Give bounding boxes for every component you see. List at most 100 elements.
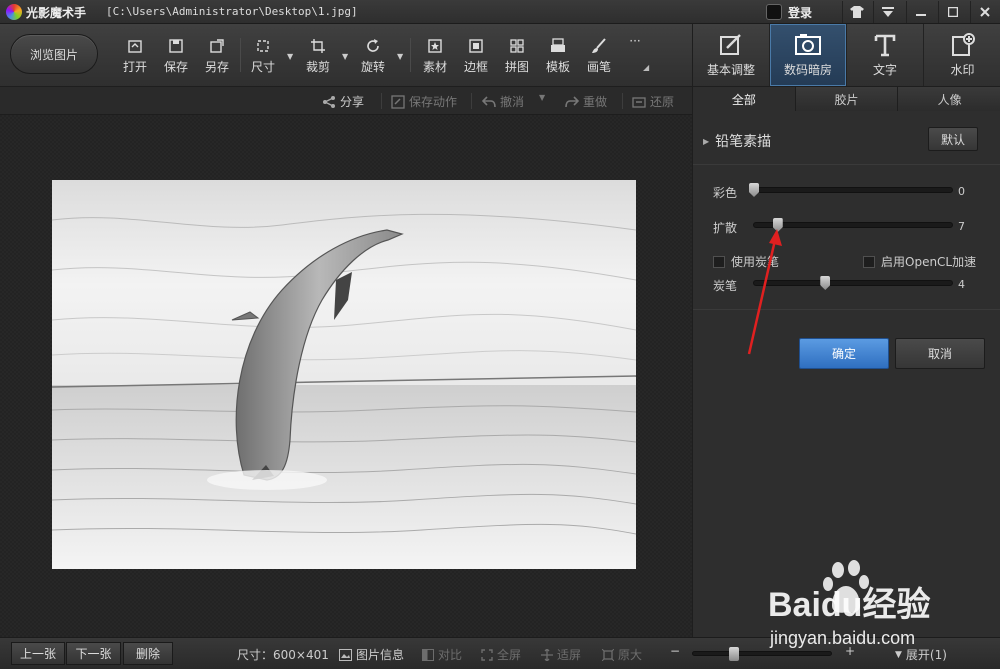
open-icon [127, 38, 143, 54]
diffuse-slider-thumb[interactable] [772, 218, 783, 232]
material-icon [427, 38, 443, 54]
charcoal-slider-thumb[interactable] [820, 276, 831, 290]
tab-darkroom[interactable]: 数码暗房 [770, 24, 847, 86]
template-button[interactable]: 模板 [541, 38, 575, 75]
cancel-button[interactable]: 取消 [895, 338, 985, 369]
fullscreen-icon [481, 648, 493, 661]
more-icon: ··· [629, 34, 641, 48]
tab-text[interactable]: 文字 [847, 24, 924, 86]
material-button[interactable]: 素材 [418, 38, 452, 75]
resize-button[interactable]: 尺寸 [246, 38, 280, 75]
effect-name: 铅笔素描 [715, 134, 772, 150]
image-size: 尺寸：600×401 [237, 648, 329, 662]
diffuse-slider[interactable] [753, 218, 953, 232]
image-canvas[interactable] [0, 115, 692, 637]
login-button[interactable]: 登录 [766, 2, 812, 22]
color-slider[interactable] [749, 183, 953, 197]
pencil-sketch-photo [52, 180, 636, 569]
resize-icon [255, 38, 271, 54]
opencl-label: 启用OpenCL加速 [881, 255, 977, 269]
tab-film[interactable]: 胶片 [795, 87, 899, 111]
tab-watermark-label: 水印 [950, 62, 975, 77]
status-bar: 上一张 下一张 删除 尺寸：600×401 图片信息 对比 全屏 适屏 原大 −… [0, 637, 1000, 669]
next-image-button[interactable]: 下一张 [66, 642, 121, 665]
save-as-button[interactable]: 另存 [200, 38, 234, 75]
rotate-label: 旋转 [360, 60, 385, 74]
undo-button[interactable]: 撤消 [482, 93, 524, 110]
diffuse-slider-value: 7 [958, 220, 965, 233]
crop-button[interactable]: 裁剪 [301, 38, 335, 75]
use-charcoal-checkbox[interactable]: 使用炭笔 [713, 253, 779, 270]
collage-button[interactable]: 拼图 [500, 38, 534, 75]
zoom-slider-thumb[interactable] [729, 647, 740, 661]
resize-dropdown-icon[interactable]: ▼ [287, 52, 293, 61]
border-label: 边框 [463, 60, 488, 74]
crop-dropdown-icon[interactable]: ▼ [342, 52, 348, 61]
opencl-checkbox[interactable]: 启用OpenCL加速 [863, 253, 976, 270]
share-button[interactable]: 分享 [322, 93, 364, 110]
save-action-icon [391, 94, 405, 109]
redo-icon [565, 95, 579, 107]
more-corner-icon[interactable]: ◢ [643, 63, 649, 72]
effect-header[interactable]: ▶ 铅笔素描 [703, 131, 771, 151]
rotate-button[interactable]: 旋转 [356, 38, 390, 75]
brush-button[interactable]: 画笔 [582, 38, 616, 75]
fullscreen-button[interactable]: 全屏 [481, 646, 521, 663]
image-info-label: 图片信息 [356, 648, 405, 662]
file-path: [C:\Users\Administrator\Desktop\1.jpg] [106, 5, 358, 18]
basic-adjust-icon [720, 33, 741, 55]
default-button[interactable]: 默认 [928, 127, 978, 151]
save-button[interactable]: 保存 [159, 38, 193, 75]
zoom-in-button[interactable]: + [845, 644, 855, 658]
skin-icon[interactable] [842, 1, 871, 23]
function-tabs: 基本调整 数码暗房 文字 水印 [692, 24, 1000, 87]
compare-button[interactable]: 对比 [422, 646, 462, 663]
action-divider [381, 93, 382, 109]
delete-button[interactable]: 删除 [123, 642, 173, 665]
darkroom-icon [795, 33, 821, 55]
image-info-button[interactable]: 图片信息 [339, 646, 404, 663]
charcoal-slider[interactable] [753, 276, 953, 290]
menu-dropdown-icon[interactable] [873, 1, 902, 23]
brush-label: 画笔 [586, 60, 611, 74]
save-action-button[interactable]: 保存动作 [391, 93, 457, 110]
more-button[interactable]: ··· [618, 34, 652, 48]
zoom-out-button[interactable]: − [670, 644, 680, 658]
tab-all[interactable]: 全部 [693, 87, 796, 111]
original-size-button[interactable]: 原大 [602, 646, 642, 663]
maximize-icon[interactable] [938, 1, 967, 23]
restore-button[interactable]: 还原 [632, 93, 674, 110]
prev-image-button[interactable]: 上一张 [11, 642, 65, 665]
save-as-label: 另存 [204, 60, 229, 74]
browse-images-button[interactable]: 浏览图片 [10, 34, 98, 74]
undo-dropdown-icon[interactable]: ▼ [539, 93, 545, 102]
ok-button[interactable]: 确定 [799, 338, 889, 369]
expand-button[interactable]: ▼ 展开(1) [895, 646, 947, 663]
color-slider-value: 0 [958, 185, 965, 198]
tab-darkroom-label: 数码暗房 [783, 62, 832, 77]
text-icon [874, 34, 896, 56]
color-slider-thumb[interactable] [749, 183, 759, 197]
tab-basic-adjust[interactable]: 基本调整 [693, 24, 770, 86]
brush-icon [591, 38, 607, 54]
border-button[interactable]: 边框 [459, 38, 493, 75]
rotate-dropdown-icon[interactable]: ▼ [397, 52, 403, 61]
opencl-box [863, 255, 875, 268]
compare-icon [422, 648, 434, 661]
collage-icon [509, 38, 525, 54]
user-face-icon [766, 4, 782, 20]
tab-watermark[interactable]: 水印 [924, 24, 1000, 86]
zoom-slider[interactable] [692, 647, 832, 661]
restore-icon [632, 96, 646, 108]
tab-portrait[interactable]: 人像 [898, 87, 1000, 111]
minimize-icon[interactable] [906, 1, 935, 23]
restore-label: 还原 [650, 95, 675, 109]
effect-panel: 全部 胶片 人像 ▶ 铅笔素描 默认 彩色 0 扩散 7 使用炭笔 启用Open… [692, 87, 1000, 637]
border-icon [468, 38, 484, 54]
redo-button[interactable]: 重做 [565, 93, 607, 110]
close-icon[interactable] [970, 1, 999, 23]
toolbar-divider [240, 38, 241, 72]
open-button[interactable]: 打开 [118, 38, 152, 75]
fit-screen-button[interactable]: 适屏 [541, 646, 581, 663]
collage-label: 拼图 [504, 60, 529, 74]
